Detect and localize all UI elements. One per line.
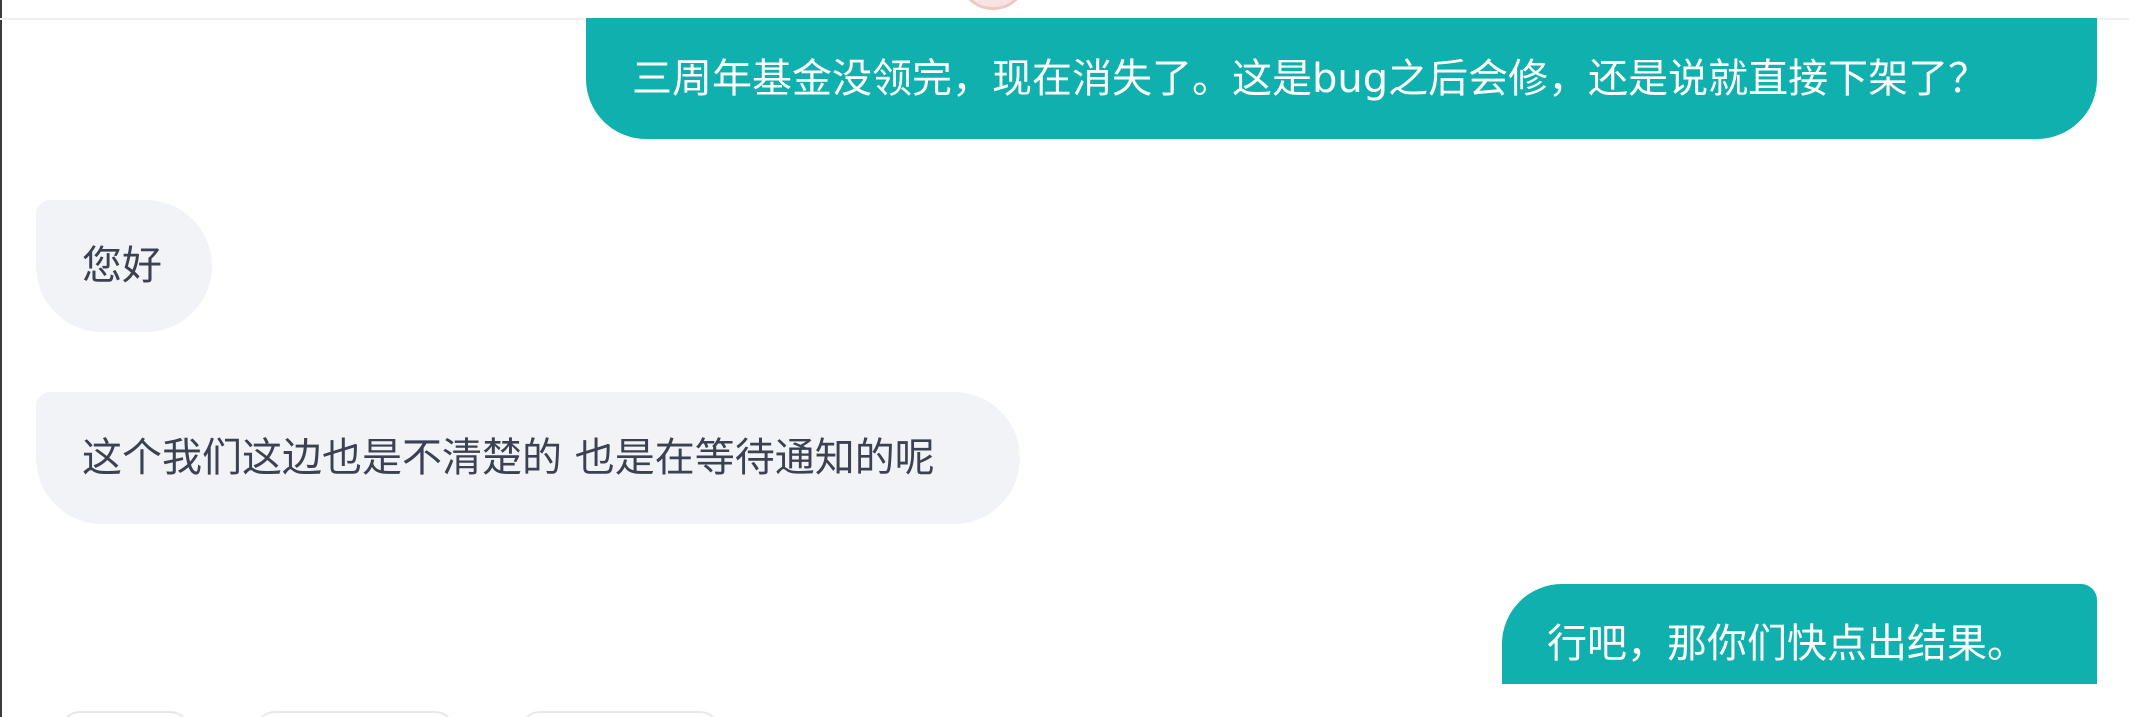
message-text: 您好 — [82, 243, 162, 289]
message-text: 这个我们这边也是不清楚的 也是在等待通知的呢 — [82, 435, 935, 481]
window-edge — [0, 0, 2, 717]
message-text: 行吧，那你们快点出结果。 — [1547, 621, 2027, 667]
chat-screen: 三周年基金没领完，现在消失了。这是bug之后会修，还是说就直接下架了？ 您好 这… — [0, 0, 2129, 717]
message-text: 三周年基金没领完，现在消失了。这是bug之后会修，还是说就直接下架了？ — [632, 55, 1989, 102]
outgoing-message-bubble[interactable]: 三周年基金没领完，现在消失了。这是bug之后会修，还是说就直接下架了？ — [586, 18, 2097, 139]
quick-reply-chip[interactable] — [520, 711, 720, 717]
quick-reply-chip[interactable] — [60, 711, 190, 717]
incoming-message-bubble[interactable]: 您好 — [36, 200, 212, 332]
outgoing-message-bubble[interactable]: 行吧，那你们快点出结果。 — [1502, 584, 2097, 684]
incoming-message-bubble[interactable]: 这个我们这边也是不清楚的 也是在等待通知的呢 — [36, 392, 1020, 524]
avatar[interactable] — [958, 0, 1028, 10]
quick-reply-chip[interactable] — [255, 711, 455, 717]
